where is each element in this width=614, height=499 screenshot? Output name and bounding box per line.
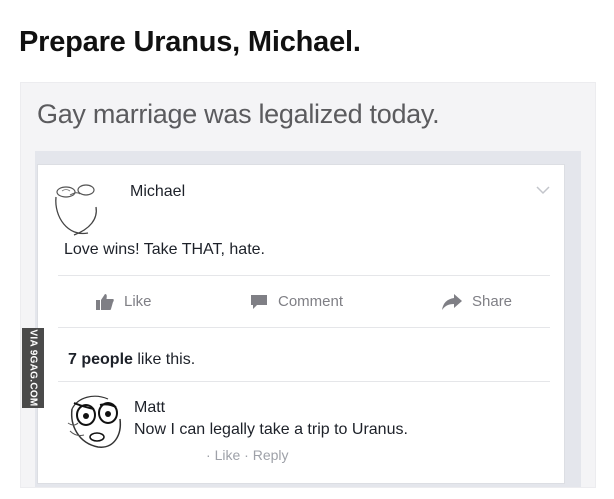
comment-text: Now I can legally take a trip to Uranus. <box>134 421 408 438</box>
likes-summary[interactable]: 7 people like this. <box>68 351 195 369</box>
comment-button[interactable]: Comment <box>250 293 343 310</box>
share-arrow-icon <box>442 293 462 310</box>
likes-suffix: like this. <box>132 351 196 368</box>
comment-actions-prefix: · <box>206 447 215 463</box>
post-actions-bar: Like Comment Share <box>38 285 564 321</box>
comment-actions: · Like · Reply <box>206 447 289 463</box>
headline: Prepare Uranus, Michael. <box>19 26 361 58</box>
divider <box>58 275 550 276</box>
share-button[interactable]: Share <box>442 293 512 310</box>
comment-bubble-icon <box>251 294 267 309</box>
chevron-down-icon[interactable] <box>536 185 550 195</box>
thumbs-up-icon <box>96 293 114 310</box>
rage-face-avatar-icon[interactable] <box>50 177 112 239</box>
status-update-text: Gay marriage was legalized today. <box>37 99 440 129</box>
post-author-name[interactable]: Michael <box>130 183 185 201</box>
watermark-text: VIA 9GAG.COM <box>27 329 39 407</box>
comment-actions-separator: · <box>240 447 253 463</box>
likes-count[interactable]: 7 people <box>68 351 133 368</box>
like-button[interactable]: Like <box>96 293 152 310</box>
comment-author-name[interactable]: Matt <box>134 399 165 417</box>
divider <box>58 381 550 382</box>
comment-like-link[interactable]: Like <box>215 447 241 463</box>
post-card: Michael Love wins! Take THAT, hate. Like… <box>37 164 565 484</box>
me-gusta-face-avatar-icon[interactable] <box>64 389 128 453</box>
watermark: VIA 9GAG.COM <box>22 328 44 408</box>
post-text: Love wins! Take THAT, hate. <box>64 241 265 258</box>
comment-reply-link[interactable]: Reply <box>253 447 289 463</box>
like-label: Like <box>124 293 152 310</box>
share-label: Share <box>472 293 513 310</box>
comment-label: Comment <box>278 293 344 310</box>
divider <box>58 327 550 328</box>
